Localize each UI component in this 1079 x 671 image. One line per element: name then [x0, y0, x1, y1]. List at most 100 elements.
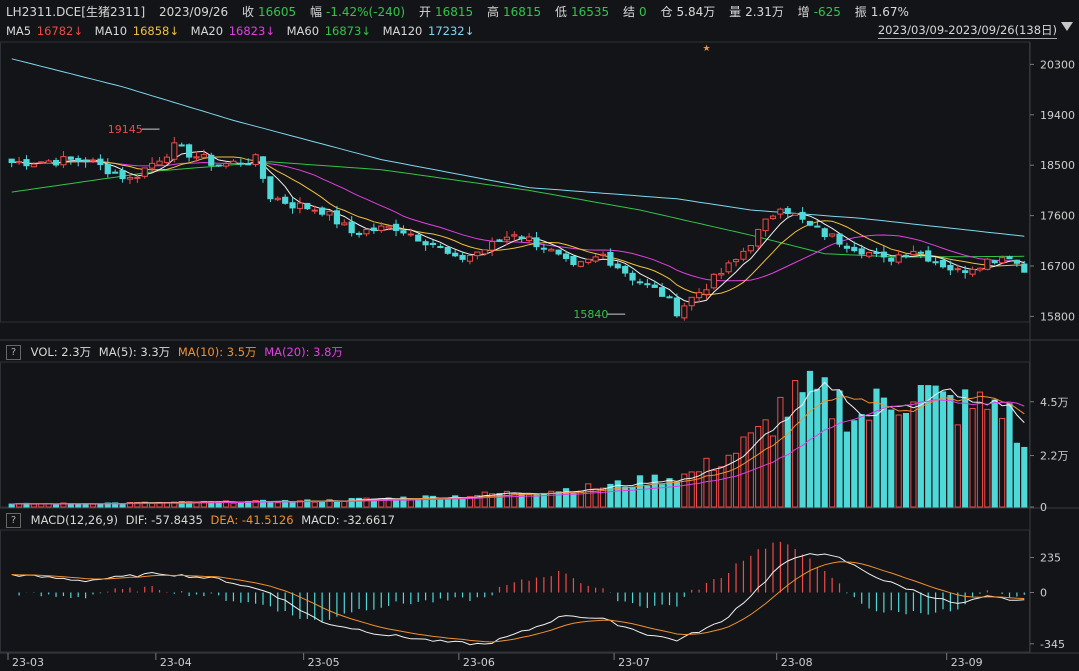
volume-bar: [97, 503, 104, 508]
candle-body: [237, 162, 244, 165]
candle-body: [866, 252, 873, 257]
candle-body: [792, 213, 799, 216]
high-annotation: 19145: [108, 123, 143, 136]
candle-body: [119, 170, 126, 180]
candle-body: [16, 161, 23, 164]
macd-panel: [11, 541, 1025, 646]
volume-bar: [799, 392, 806, 508]
candle-body: [415, 234, 422, 242]
candle-body: [282, 196, 289, 204]
candle-body: [30, 163, 37, 168]
candle-body: [858, 248, 865, 255]
volume-bar: [1006, 403, 1013, 508]
candle-body: [969, 268, 976, 275]
candle-body: [186, 144, 193, 158]
candle-body: [230, 160, 237, 165]
panel-frame: [0, 41, 1030, 323]
candle-body: [740, 250, 747, 260]
vol-ma5-line: [11, 381, 1025, 505]
volume-bar: [784, 416, 791, 508]
candle-body: [503, 236, 510, 241]
candle-body: [356, 232, 363, 235]
candle-body: [910, 250, 917, 256]
candle-body: [962, 270, 969, 273]
candle-body: [333, 210, 340, 225]
volume-bar: [1013, 442, 1021, 508]
volume-bar: [873, 388, 880, 508]
candle-body: [304, 202, 311, 210]
candle-body: [163, 156, 170, 164]
volume-bar: [570, 492, 577, 508]
y-tick-label: 19400: [1040, 109, 1075, 122]
candle-body: [1021, 263, 1028, 273]
x-tick-label: 23-05: [308, 656, 340, 669]
candle-body: [991, 260, 998, 264]
y-tick-label: -345: [1040, 638, 1065, 651]
candle-body: [526, 236, 533, 242]
candle-body: [444, 246, 451, 254]
volume-bar: [932, 385, 939, 508]
candle-body: [917, 251, 924, 254]
candle-body: [769, 215, 777, 220]
candle-body: [592, 256, 599, 262]
volume-bar: [976, 391, 984, 508]
candle-body: [126, 176, 134, 180]
star-icon: ★: [702, 44, 710, 54]
x-tick-label: 23-06: [463, 656, 495, 669]
candle-body: [75, 158, 82, 162]
volume-panel: [8, 370, 1028, 508]
candle-body: [437, 245, 444, 248]
candle-body: [222, 163, 230, 167]
candle-body: [843, 245, 851, 249]
candle-body: [644, 283, 651, 286]
candle-body: [452, 252, 459, 257]
candle-body: [112, 171, 119, 174]
candle-body: [156, 160, 163, 166]
candle-body: [370, 227, 377, 232]
y-tick-label: 20300: [1040, 58, 1075, 71]
candle-body: [540, 247, 547, 250]
ma120-line: [11, 58, 1025, 237]
y-tick-label: 15800: [1040, 310, 1075, 323]
volume-bar: [348, 497, 355, 508]
volume-bar: [636, 475, 644, 508]
candle-body: [836, 233, 843, 245]
ma20-line: [11, 161, 1025, 282]
y-tick-label: 235: [1040, 552, 1061, 565]
volume-bar: [851, 420, 858, 508]
panel-frames: [0, 41, 1079, 654]
candle-body: [880, 251, 887, 258]
candle-body: [806, 220, 814, 226]
candle-body: [629, 272, 636, 281]
low-annotation: 15840: [573, 308, 608, 321]
candle-body: [8, 158, 15, 163]
volume-bar: [319, 501, 326, 508]
x-tick-label: 23-09: [951, 656, 983, 669]
candle-body: [422, 241, 429, 246]
volume-bar: [481, 491, 488, 508]
candle-body: [496, 239, 503, 242]
candle-body: [925, 250, 932, 262]
candle-body: [570, 255, 577, 265]
volume-bar: [30, 503, 37, 508]
candle-body: [407, 233, 414, 236]
candle-body: [400, 230, 407, 234]
candle-body: [636, 281, 644, 284]
y-tick-label: 0: [1040, 586, 1047, 599]
candle-body: [363, 228, 370, 235]
volume-bar: [858, 414, 865, 508]
x-tick-label: 23-08: [781, 656, 813, 669]
candle-body: [999, 257, 1006, 264]
candle-body: [245, 163, 252, 166]
volume-bar: [703, 457, 710, 508]
candle-body: [1013, 259, 1021, 264]
candle-body: [341, 222, 348, 226]
candle-body: [193, 156, 200, 159]
volume-bar: [1021, 446, 1028, 508]
candle-body: [710, 273, 717, 289]
volume-bar: [333, 500, 340, 508]
y-tick-label: 0: [1040, 501, 1047, 514]
candle-body: [681, 305, 688, 319]
kline-chart[interactable]: 19145 15840 ★ 20300 19400 18500 17600 16700 158…: [0, 0, 1079, 671]
candle-body: [23, 159, 30, 167]
